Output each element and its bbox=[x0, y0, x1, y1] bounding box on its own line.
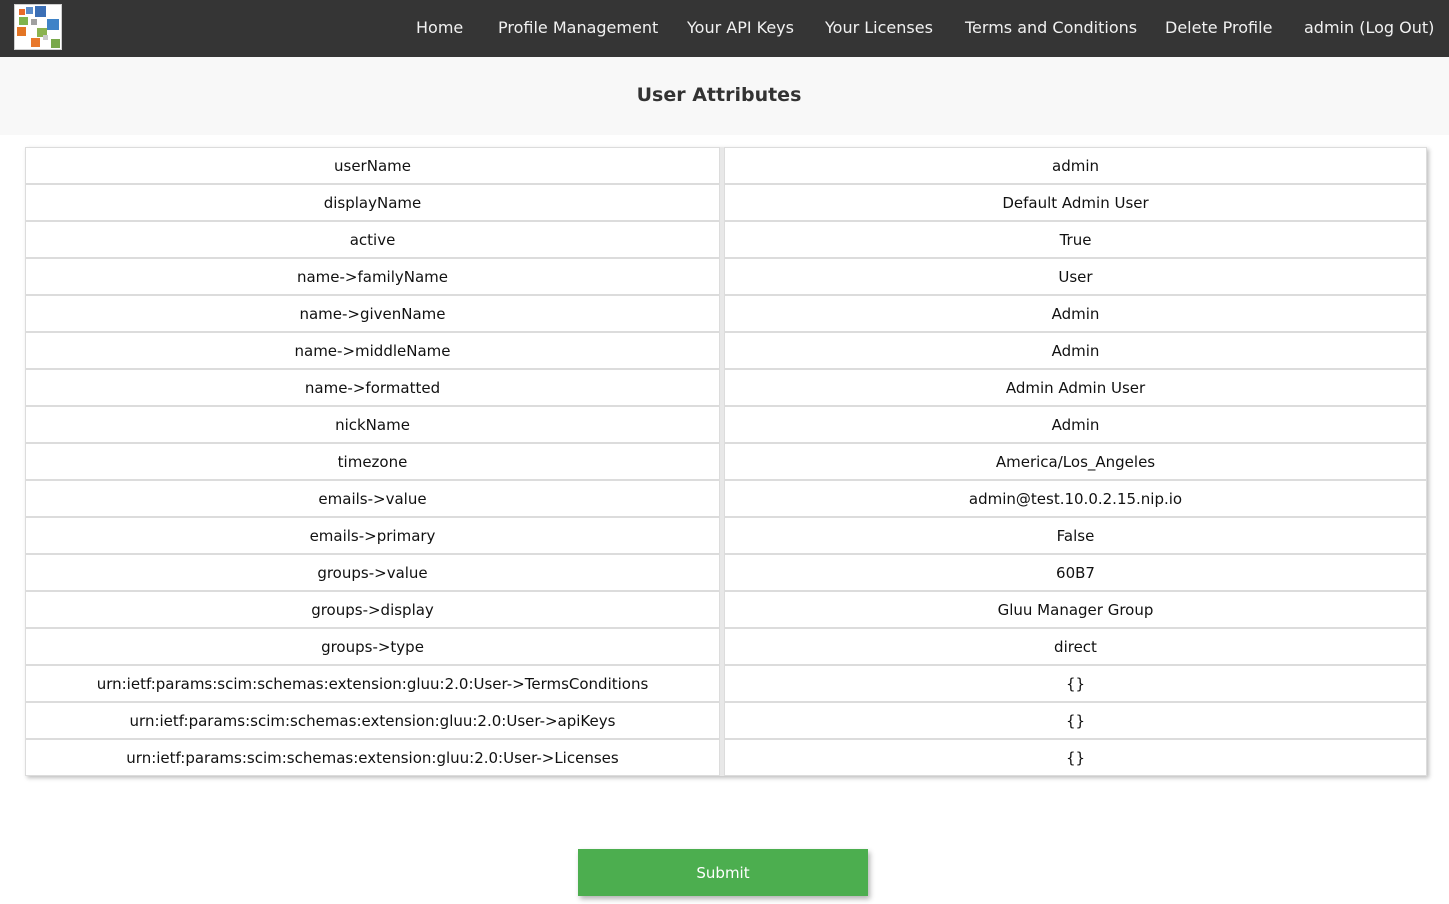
attribute-name-cell: timezone bbox=[25, 443, 720, 480]
attribute-name-cell: displayName bbox=[25, 184, 720, 221]
nav-profile-management-link[interactable]: Profile Management bbox=[498, 0, 658, 57]
app-logo-icon[interactable] bbox=[14, 4, 62, 50]
attribute-value-cell: True bbox=[724, 221, 1427, 258]
attribute-row: name->middleName Admin bbox=[25, 332, 1427, 369]
attribute-name-cell: nickName bbox=[25, 406, 720, 443]
nav-logout-link[interactable]: admin (Log Out) bbox=[1304, 0, 1434, 57]
attribute-name-cell: name->formatted bbox=[25, 369, 720, 406]
top-navbar: Home Profile Management Your API Keys Yo… bbox=[0, 0, 1449, 57]
attribute-row: urn:ietf:params:scim:schemas:extension:g… bbox=[25, 702, 1427, 739]
attribute-value-cell: Gluu Manager Group bbox=[724, 591, 1427, 628]
attribute-value-cell: False bbox=[724, 517, 1427, 554]
attribute-row: groups->type direct bbox=[25, 628, 1427, 665]
attribute-name-cell: groups->type bbox=[25, 628, 720, 665]
attribute-name-cell: emails->primary bbox=[25, 517, 720, 554]
attribute-value-cell: admin@test.10.0.2.15.nip.io bbox=[724, 480, 1427, 517]
attribute-value-cell: Admin bbox=[724, 406, 1427, 443]
attribute-value-cell: admin bbox=[724, 147, 1427, 184]
attribute-name-cell: groups->display bbox=[25, 591, 720, 628]
nav-licenses-link[interactable]: Your Licenses bbox=[825, 0, 933, 57]
attribute-value-cell: Admin Admin User bbox=[724, 369, 1427, 406]
attribute-row: nickName Admin bbox=[25, 406, 1427, 443]
attribute-row: name->givenName Admin bbox=[25, 295, 1427, 332]
page-title: User Attributes bbox=[636, 84, 802, 106]
nav-terms-link[interactable]: Terms and Conditions bbox=[965, 0, 1137, 57]
attribute-name-cell: emails->value bbox=[25, 480, 720, 517]
attribute-value-cell: {} bbox=[724, 702, 1427, 739]
attribute-row: urn:ietf:params:scim:schemas:extension:g… bbox=[25, 665, 1427, 702]
attribute-row: emails->primary False bbox=[25, 517, 1427, 554]
attribute-row: name->familyName User bbox=[25, 258, 1427, 295]
attribute-row: active True bbox=[25, 221, 1427, 258]
attribute-value-cell: {} bbox=[724, 739, 1427, 776]
attribute-row: displayName Default Admin User bbox=[25, 184, 1427, 221]
attribute-value-cell: Default Admin User bbox=[724, 184, 1427, 221]
attribute-name-cell: active bbox=[25, 221, 720, 258]
attribute-value-cell: America/Los_Angeles bbox=[724, 443, 1427, 480]
attribute-name-cell: name->middleName bbox=[25, 332, 720, 369]
attribute-row: emails->value admin@test.10.0.2.15.nip.io bbox=[25, 480, 1427, 517]
user-attributes-table: userName admin displayName Default Admin Us… bbox=[25, 147, 1427, 776]
page-header: User Attributes bbox=[0, 57, 1449, 135]
attribute-row: groups->display Gluu Manager Group bbox=[25, 591, 1427, 628]
nav-delete-profile-link[interactable]: Delete Profile bbox=[1165, 0, 1272, 57]
attribute-name-cell: urn:ietf:params:scim:schemas:extension:g… bbox=[25, 665, 720, 702]
attribute-value-cell: User bbox=[724, 258, 1427, 295]
attribute-name-cell: groups->value bbox=[25, 554, 720, 591]
attribute-name-cell: name->givenName bbox=[25, 295, 720, 332]
attribute-row: userName admin bbox=[25, 147, 1427, 184]
attribute-value-cell: Admin bbox=[724, 332, 1427, 369]
attribute-row: groups->value 60B7 bbox=[25, 554, 1427, 591]
attribute-value-cell: Admin bbox=[724, 295, 1427, 332]
attribute-name-cell: name->familyName bbox=[25, 258, 720, 295]
attribute-name-cell: userName bbox=[25, 147, 720, 184]
submit-button[interactable]: Submit bbox=[578, 849, 868, 896]
attribute-value-cell: 60B7 bbox=[724, 554, 1427, 591]
nav-api-keys-link[interactable]: Your API Keys bbox=[687, 0, 794, 57]
nav-home-link[interactable]: Home bbox=[416, 0, 463, 57]
attribute-row: timezone America/Los_Angeles bbox=[25, 443, 1427, 480]
attribute-row: urn:ietf:params:scim:schemas:extension:g… bbox=[25, 739, 1427, 776]
attribute-name-cell: urn:ietf:params:scim:schemas:extension:g… bbox=[25, 702, 720, 739]
attribute-name-cell: urn:ietf:params:scim:schemas:extension:g… bbox=[25, 739, 720, 776]
attribute-value-cell: {} bbox=[724, 665, 1427, 702]
attribute-value-cell: direct bbox=[724, 628, 1427, 665]
attribute-row: name->formatted Admin Admin User bbox=[25, 369, 1427, 406]
